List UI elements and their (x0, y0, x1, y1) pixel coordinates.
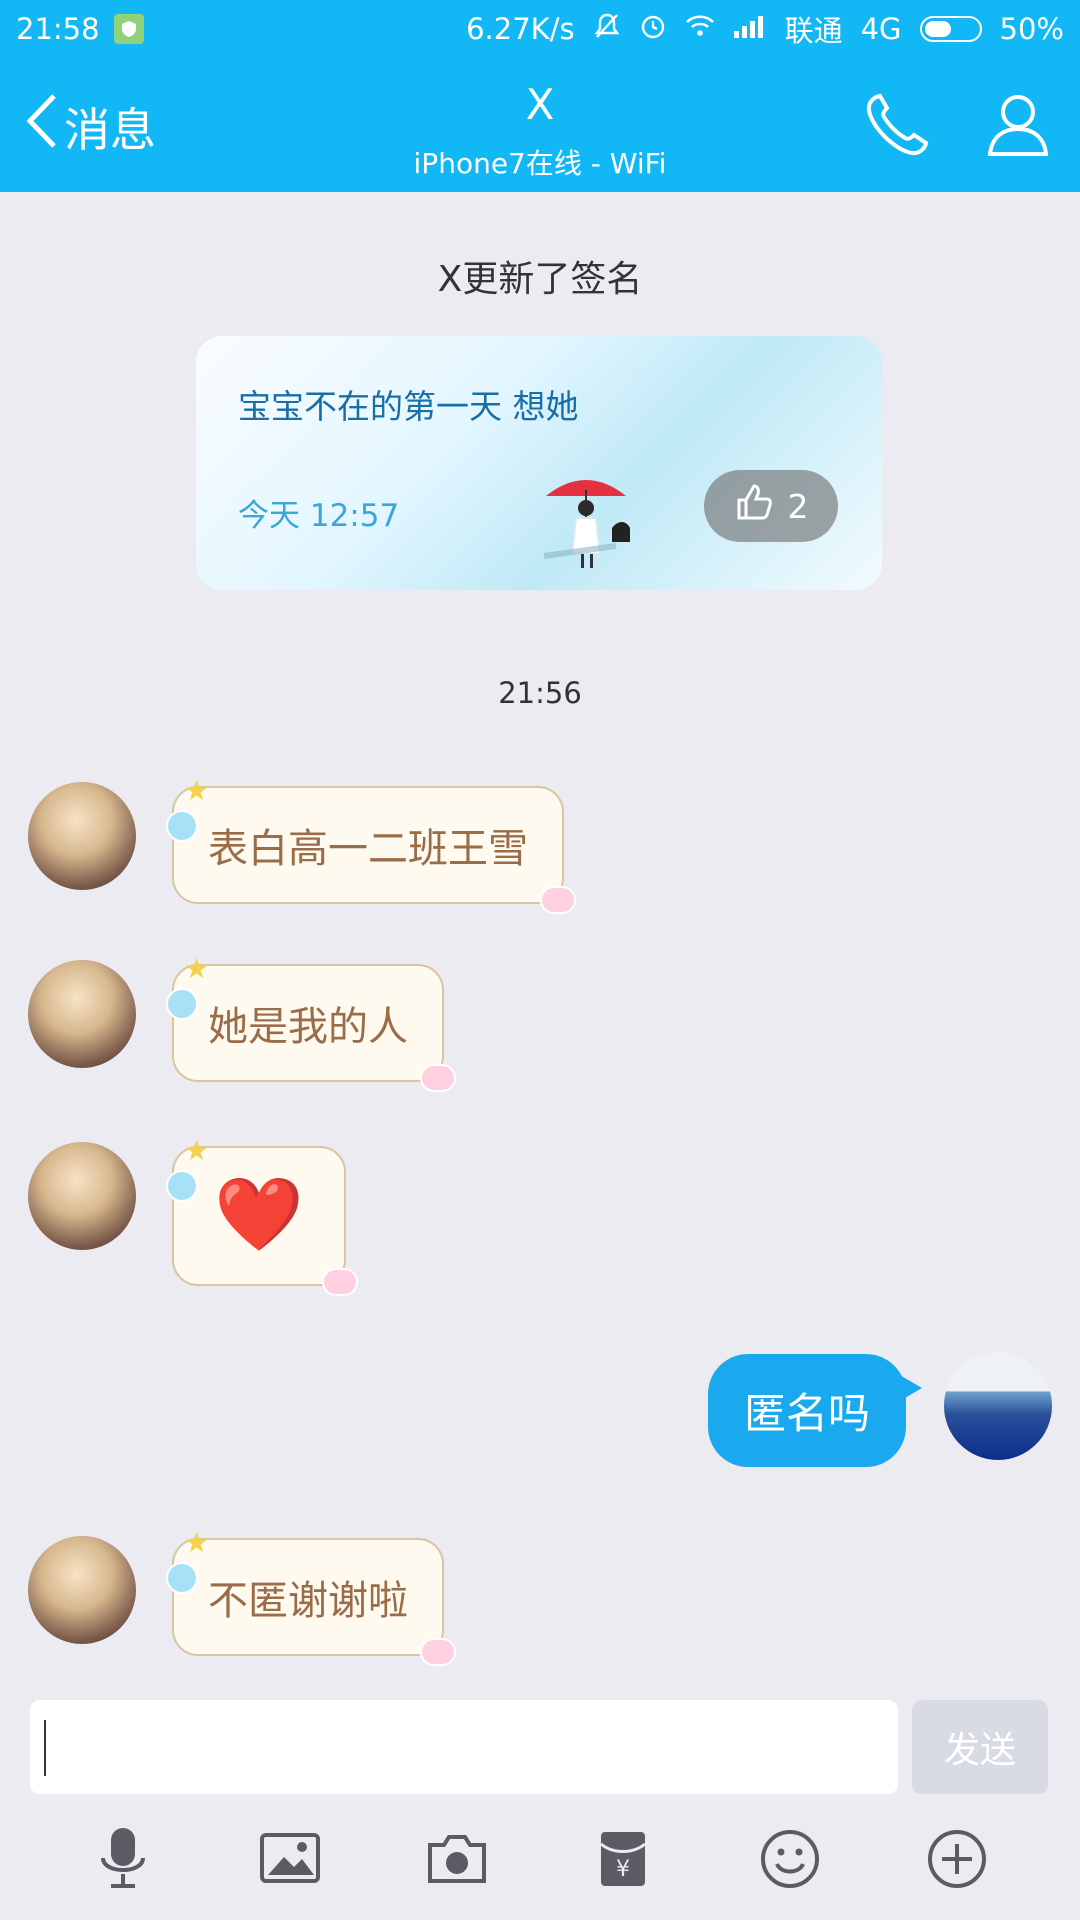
svg-text:¥: ¥ (616, 1857, 630, 1882)
red-packet-icon[interactable]: ¥ (587, 1823, 659, 1895)
signature-card[interactable]: 宝宝不在的第一天 想她 今天 12:57 2 (196, 336, 882, 590)
signature-illustration (526, 456, 686, 580)
message-text: 匿名吗 (744, 1389, 871, 1438)
star-icon: ★ (184, 1134, 210, 1167)
cloud-decoration-icon (540, 886, 576, 914)
message-text: 不匿谢谢啦 (208, 1578, 408, 1624)
signature-text: 宝宝不在的第一天 想她 (238, 387, 579, 426)
signal-icon (733, 12, 767, 46)
shield-icon (113, 14, 144, 44)
message-bubble[interactable]: ★ 表白高一二班王雪 (166, 774, 576, 914)
camera-icon[interactable] (421, 1823, 493, 1895)
composer: 发送 (0, 1690, 1080, 1798)
image-icon[interactable] (254, 1823, 326, 1895)
status-left: 21:58 (16, 12, 144, 46)
phone-icon[interactable] (864, 92, 932, 162)
status-time: 21:58 (16, 12, 100, 46)
microphone-icon[interactable] (87, 1823, 159, 1895)
message-text: 她是我的人 (208, 1004, 408, 1050)
network-type: 4G (860, 12, 902, 46)
thumbs-up-icon (734, 482, 774, 530)
plus-icon[interactable] (921, 1823, 993, 1895)
avatar[interactable] (28, 782, 136, 890)
message-bubble-outgoing[interactable]: 匿名吗 (708, 1354, 923, 1467)
avatar[interactable] (28, 1142, 136, 1250)
signature-time: 今天 12:57 (238, 498, 400, 534)
wifi-icon (685, 12, 715, 47)
battery-fill (924, 21, 951, 37)
status-bar: 21:58 6.27K/s 联通 4G 50% (0, 0, 1080, 58)
signature-update-notice: X更新了签名 (437, 259, 643, 300)
star-icon: ★ (184, 1526, 210, 1559)
message-bubble[interactable]: ★ 她是我的人 (166, 952, 456, 1092)
cloud-decoration-icon (321, 1268, 358, 1296)
carrier: 联通 (784, 14, 843, 48)
star-icon: ★ (184, 774, 210, 807)
avatar[interactable] (28, 960, 136, 1068)
like-button[interactable]: 2 (704, 470, 838, 542)
emoji-icon[interactable] (754, 1823, 826, 1895)
input-toolbar: ¥ (0, 1798, 1080, 1920)
status-right: 6.27K/s 联通 4G 50% (466, 8, 1064, 50)
send-button[interactable]: 发送 (912, 1700, 1048, 1794)
chat-header: 消息 X iPhone7在线 - WiFi (0, 58, 1080, 192)
heart-emoji: ❤️ (214, 1172, 304, 1256)
message-bubble[interactable]: ★ ❤️ (166, 1134, 358, 1296)
message-timestamp: 21:56 (498, 676, 582, 710)
battery-percent: 50% (999, 12, 1064, 46)
message-text: 表白高一二班王雪 (208, 826, 528, 872)
text-cursor (44, 1720, 46, 1776)
alarm-icon (639, 12, 667, 47)
message-input[interactable] (30, 1700, 898, 1794)
cloud-decoration-icon (420, 1064, 456, 1092)
cloud-decoration-icon (420, 1638, 456, 1666)
message-bubble[interactable]: ★ 不匿谢谢啦 (166, 1526, 456, 1666)
star-icon: ★ (184, 952, 210, 985)
like-count: 2 (787, 486, 809, 526)
chat-area[interactable]: X更新了签名 宝宝不在的第一天 想她 今天 12:57 2 21:56 ★ 表白… (0, 192, 1080, 1690)
avatar[interactable] (28, 1536, 136, 1644)
network-speed: 6.27K/s (466, 12, 575, 46)
bell-muted-icon (593, 12, 621, 47)
battery-icon (919, 16, 982, 42)
profile-icon[interactable] (986, 92, 1050, 162)
my-avatar[interactable] (944, 1352, 1052, 1460)
